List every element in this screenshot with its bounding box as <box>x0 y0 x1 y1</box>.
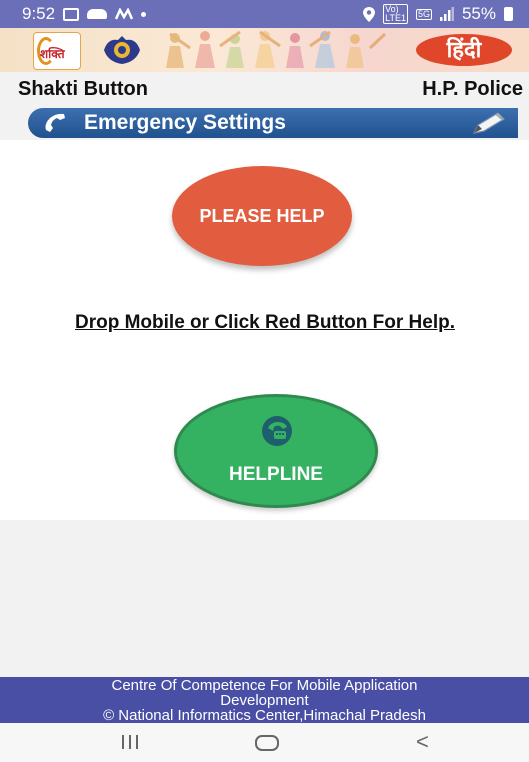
women-figures-icon <box>166 30 387 68</box>
shakti-logo-text: शक्ति <box>40 47 65 61</box>
footer: Centre Of Competence For Mobile Applicat… <box>0 677 529 723</box>
m-logo-icon <box>115 8 134 20</box>
header-banner: शक्ति हिंदी <box>0 28 529 72</box>
pencil-icon[interactable] <box>470 111 508 135</box>
notification-dot-icon <box>141 11 147 17</box>
status-right: Vo) LTE1 5G 55% <box>363 4 513 24</box>
emergency-settings-label: Emergency Settings <box>84 111 286 134</box>
phone-call-icon <box>262 416 292 446</box>
5g-icon: 5G <box>415 8 432 20</box>
language-hindi-button[interactable]: हिंदी <box>416 34 512 66</box>
status-left: 9:52 <box>22 4 147 24</box>
organization-title: H.P. Police <box>422 78 523 100</box>
system-nav-bar: < <box>0 723 529 762</box>
footer-line-3: © National Informatics Center,Himachal P… <box>103 707 426 724</box>
helpline-label: HELPLINE <box>229 464 323 485</box>
status-time: 9:52 <box>22 4 56 23</box>
battery-icon <box>504 7 513 21</box>
helpline-button[interactable]: HELPLINE <box>174 394 378 508</box>
footer-line-1: Centre Of Competence For Mobile Applicat… <box>111 677 418 694</box>
title-row: Shakti Button H.P. Police <box>0 78 529 104</box>
signal-icon <box>439 7 454 21</box>
main-content: PLEASE HELP Drop Mobile or Click Red But… <box>0 140 529 520</box>
location-icon <box>363 6 376 22</box>
emergency-settings-bar[interactable]: Emergency Settings <box>28 108 518 138</box>
please-help-button[interactable]: PLEASE HELP <box>172 166 352 266</box>
app-title: Shakti Button <box>18 78 148 100</box>
footer-line-2: Development <box>220 692 309 709</box>
gallery-icon <box>63 7 80 21</box>
phone-icon <box>45 113 65 132</box>
shakti-logo: शक्ति <box>33 32 81 70</box>
back-icon[interactable]: < <box>416 731 429 753</box>
battery-percent: 55% <box>461 4 496 23</box>
volte-icon: Vo) LTE1 <box>383 4 408 24</box>
hp-police-emblem-icon <box>104 36 140 64</box>
recents-icon[interactable] <box>120 733 140 751</box>
instruction-text: Drop Mobile or Click Red Button For Help… <box>75 312 455 333</box>
home-icon[interactable] <box>255 735 279 751</box>
cloud-icon <box>87 9 108 19</box>
status-bar: 9:52 Vo) LTE1 5G 55% <box>0 0 529 28</box>
